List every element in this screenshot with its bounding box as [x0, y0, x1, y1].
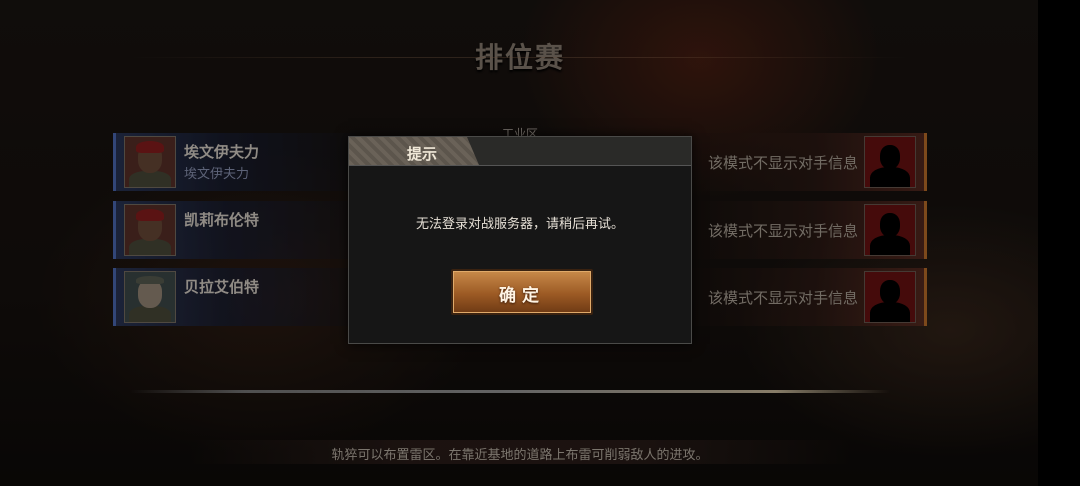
- dialog-header: 提示: [349, 137, 691, 166]
- confirm-button[interactable]: 确定: [451, 269, 593, 315]
- dialog-title: 提示: [407, 145, 438, 163]
- confirm-button-label: 确定: [499, 286, 545, 306]
- alert-dialog: 提示 无法登录对战服务器，请稍后再试。 确定: [348, 136, 692, 344]
- dialog-message: 无法登录对战服务器，请稍后再试。: [415, 217, 624, 232]
